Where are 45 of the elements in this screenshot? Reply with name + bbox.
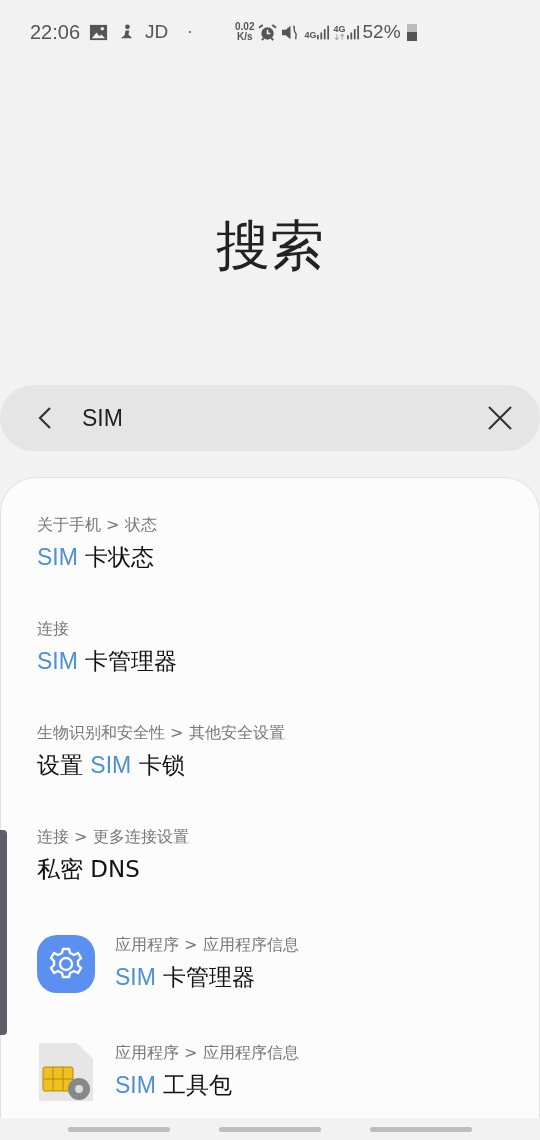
gesture-hint[interactable] [219,1126,321,1132]
breadcrumb: 生物识别和安全性 > 其他安全设置 [37,723,285,744]
search-field[interactable]: SIM [0,385,540,451]
result-title: 私密 DNS [37,855,141,884]
result-title: SIM 卡管理器 [115,963,257,992]
clock-time: 22:06 [30,20,81,44]
back-icon [38,406,52,430]
gesture-hint[interactable] [68,1126,170,1132]
network-type: 4G [333,24,346,34]
breadcrumb: 关于手机 > 状态 [37,515,157,536]
app-label: JD [145,21,169,43]
network-type: 4G [304,29,317,40]
search-result[interactable]: 生物识别和安全性 > 其他安全设置 设置 SIM 卡锁 [9,700,539,804]
search-result[interactable]: 连接 > 更多连接设置 私密 DNS [9,804,539,908]
breadcrumb: 连接 [37,619,70,640]
back-button[interactable] [38,406,52,430]
close-icon [488,406,512,430]
edge-panel-handle[interactable] [0,830,7,1035]
search-result[interactable]: 连接 SIM 卡管理器 [9,596,539,700]
search-result[interactable]: 应用程序 > 应用程序信息 SIM 工具包 [9,1016,539,1118]
signal-icon [346,25,359,40]
result-title: SIM 卡管理器 [37,647,178,676]
result-title: SIM 卡状态 [37,543,156,572]
result-title: 设置 SIM 卡锁 [37,751,186,780]
search-result[interactable]: 应用程序 > 应用程序信息 SIM 卡管理器 [9,908,539,1016]
speed-unit: K/s [236,32,253,42]
speed-value: 0.02 [235,22,255,32]
sim-card-icon [37,1043,95,1101]
signal-icon [317,24,330,40]
result-title: SIM 工具包 [115,1071,234,1100]
breadcrumb: 应用程序 > 应用程序信息 [115,935,299,956]
data-arrows-icon [334,34,345,40]
notification-dot: · [187,22,193,42]
breadcrumb: 应用程序 > 应用程序信息 [115,1043,299,1064]
page-title: 搜索 [216,213,324,279]
search-input[interactable]: SIM [82,404,488,432]
gear-icon [37,935,95,993]
battery-icon [406,23,417,41]
alarm-icon [258,22,278,42]
breadcrumb: 连接 > 更多连接设置 [37,827,189,848]
clear-button[interactable] [488,406,512,430]
battery-percent: 52% [362,21,401,43]
search-result[interactable]: 关于手机 > 状态 SIM 卡状态 [9,492,539,596]
image-icon [89,22,109,42]
gesture-hint[interactable] [370,1126,472,1132]
